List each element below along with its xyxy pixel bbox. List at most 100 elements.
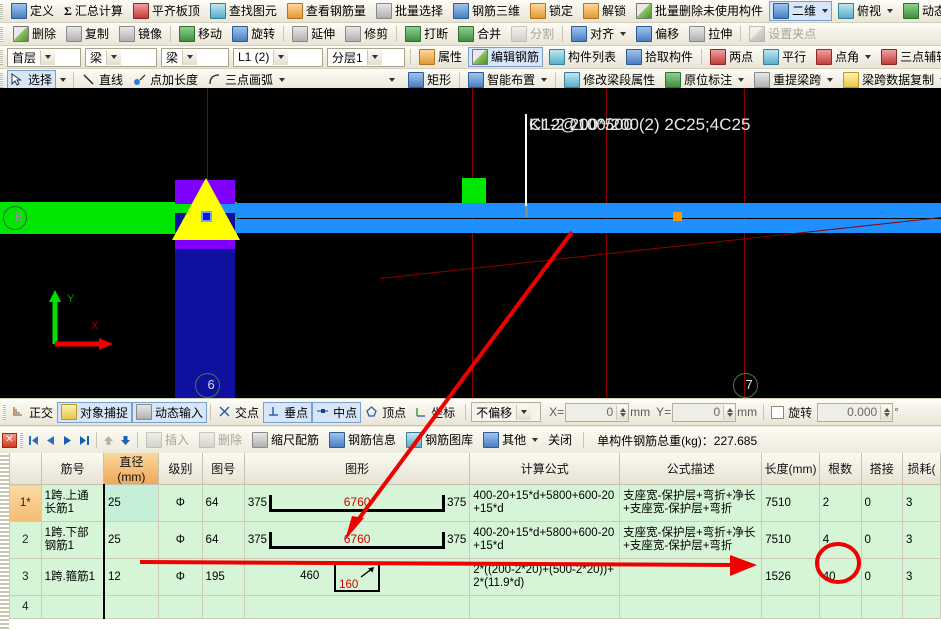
- toolbar-button-in-situ-annotation[interactable]: 原位标注: [661, 70, 748, 90]
- formula-cell[interactable]: [469, 595, 621, 619]
- status-button-coordinate[interactable]: 坐标: [410, 403, 459, 422]
- row-number-cell[interactable]: 3: [9, 558, 42, 596]
- toolbar-button-batch-select[interactable]: 批量选择: [372, 1, 447, 21]
- status-button-vertex[interactable]: 顶点: [361, 403, 410, 422]
- toolbar-button-find-element[interactable]: 查找图元: [206, 1, 281, 21]
- diameter-cell[interactable]: 12: [102, 558, 160, 596]
- toolbar-button-rectangle[interactable]: 矩形: [404, 70, 455, 90]
- toolbar-button-batch-delete-unused[interactable]: 批量删除未使用构件: [632, 1, 767, 21]
- chevron-down-icon[interactable]: [822, 9, 829, 13]
- description-cell[interactable]: 支座宽-保护层+弯折+净长+支座宽-保护层+弯折: [619, 521, 763, 559]
- rebar-name-cell[interactable]: 1跨.上通长筋1: [40, 484, 105, 522]
- status-button-object-snap[interactable]: 对象捕捉: [57, 401, 133, 423]
- column-header-figno[interactable]: 图号: [201, 453, 245, 485]
- chevron-down-icon[interactable]: [738, 78, 745, 82]
- toolbar-button-re-extract-span[interactable]: 重提梁跨: [750, 70, 837, 90]
- toolbar-button-2d-view[interactable]: 二维: [769, 1, 833, 21]
- beam-blue-main-lower[interactable]: [215, 219, 941, 233]
- toolbar-button-top-view[interactable]: 俯视: [834, 1, 897, 21]
- chevron-down-icon[interactable]: [279, 78, 286, 82]
- length-cell[interactable]: [761, 595, 820, 619]
- toolbar-button-merge[interactable]: 合并: [454, 24, 505, 44]
- nav-prev-record-button[interactable]: [42, 432, 59, 449]
- toolbar-button-move[interactable]: 移动: [175, 24, 226, 44]
- table-row[interactable]: 3 1跨.箍筋1 12 Φ 195 460 160 2*((200-2*20)+…: [9, 558, 941, 596]
- lap-cell[interactable]: 0: [860, 484, 904, 522]
- length-cell[interactable]: 7510: [761, 521, 820, 559]
- count-cell[interactable]: 2: [818, 484, 862, 522]
- figure-number-cell[interactable]: 64: [201, 521, 245, 559]
- diameter-cell[interactable]: 25: [102, 521, 160, 559]
- status-button-midpoint[interactable]: 中点: [312, 401, 362, 423]
- column-header-diameter[interactable]: 直径(mm): [103, 453, 160, 485]
- chevron-down-icon[interactable]: [620, 32, 627, 36]
- toolbar-button-component-list[interactable]: 构件列表: [545, 47, 620, 67]
- layer-selector[interactable]: 分层1: [327, 47, 405, 67]
- figure-number-cell[interactable]: 64: [201, 484, 245, 522]
- chevron-down-icon[interactable]: [827, 78, 834, 82]
- chevron-down-icon[interactable]: [532, 438, 539, 442]
- grade-cell[interactable]: Φ: [158, 521, 203, 559]
- toolbar-button-edit-beam-segment[interactable]: 修改梁段属性: [560, 70, 659, 90]
- toolbar-button-properties[interactable]: 属性: [415, 47, 466, 67]
- toolbar-button-break[interactable]: 打断: [401, 24, 452, 44]
- column-header-loss[interactable]: 损耗(: [902, 453, 941, 485]
- toolbar-button-lock[interactable]: 锁定: [526, 1, 577, 21]
- cad-drawing-canvas[interactable]: B 6 7 KL-2 200*500 C12@100/200(2) 2C25;4…: [0, 88, 941, 398]
- formula-cell[interactable]: 2*((200-2*20)+(500-2*20))+2*(11.9*d): [469, 558, 621, 596]
- grade-cell[interactable]: Φ: [158, 484, 203, 522]
- toolbar-button-parallel[interactable]: 平行: [759, 47, 810, 67]
- floor-selector[interactable]: 首层: [7, 47, 81, 67]
- toolbar-button-three-point-axis[interactable]: 三点辅轴: [877, 47, 941, 67]
- beam-blue-main[interactable]: [215, 203, 941, 218]
- close-panel-icon[interactable]: ✕: [2, 432, 17, 448]
- count-cell[interactable]: 4: [818, 521, 862, 559]
- column-header-count[interactable]: 根数: [818, 453, 862, 485]
- column-header-grade[interactable]: 级别: [158, 453, 203, 485]
- figure-number-cell[interactable]: 195: [201, 558, 245, 596]
- loss-cell[interactable]: [902, 595, 941, 619]
- rotate-checkbox[interactable]: [771, 405, 785, 419]
- toolbar-button-point-angle[interactable]: 点角: [812, 47, 875, 67]
- selection-grip[interactable]: [201, 211, 212, 222]
- formula-cell[interactable]: 400-20+15*d+5800+600-20+15*d: [469, 521, 621, 559]
- grid-button-rebar-info[interactable]: 钢筋信息: [325, 430, 400, 450]
- rebar-name-cell[interactable]: [40, 595, 105, 619]
- y-coordinate-input[interactable]: 0: [672, 402, 737, 422]
- shape-cell[interactable]: [243, 595, 471, 619]
- column-header-lap[interactable]: 搭接: [860, 453, 904, 485]
- nav-first-record-button[interactable]: [25, 432, 42, 449]
- lap-cell[interactable]: 0: [860, 558, 904, 596]
- category-selector[interactable]: 梁: [85, 47, 157, 67]
- x-spinner[interactable]: [616, 404, 629, 420]
- x-coordinate-input[interactable]: 0: [565, 402, 630, 422]
- column-header-name[interactable]: 筋号: [40, 453, 105, 485]
- toolbar-button-delete[interactable]: 删除: [9, 24, 60, 44]
- toolbar-button-orbit[interactable]: 动态观察: [899, 1, 941, 21]
- table-row[interactable]: 4: [9, 595, 941, 619]
- chevron-down-icon[interactable]: [887, 9, 894, 13]
- grid-button-scale-rebar[interactable]: 缩尺配筋: [248, 430, 323, 450]
- column-header-description[interactable]: 公式描述: [619, 453, 763, 485]
- column-header-rownum[interactable]: [9, 453, 42, 485]
- rotate-spinner[interactable]: [880, 404, 893, 420]
- chevron-down-icon[interactable]: [389, 78, 396, 82]
- loss-cell[interactable]: 3: [902, 558, 941, 596]
- grid-button-rebar-library[interactable]: 钢筋图库: [402, 430, 477, 450]
- lap-cell[interactable]: [860, 595, 904, 619]
- loss-cell[interactable]: 3: [902, 521, 941, 559]
- grade-cell[interactable]: Φ: [158, 558, 203, 596]
- move-up-button[interactable]: [100, 432, 117, 449]
- toolbar-button-smart-layout[interactable]: 智能布置: [464, 70, 551, 90]
- toolbar-gripper[interactable]: [0, 72, 3, 88]
- figure-number-cell[interactable]: [201, 595, 245, 619]
- toolbar-button-trim[interactable]: 修剪: [341, 24, 392, 44]
- length-cell[interactable]: 7510: [761, 484, 820, 522]
- count-cell[interactable]: [818, 595, 862, 619]
- toolbar-button-point-plus-length[interactable]: 点加长度: [129, 70, 202, 90]
- toolbar-button-edit-rebar[interactable]: 编辑钢筋: [468, 47, 544, 67]
- chevron-down-icon[interactable]: [366, 49, 382, 65]
- count-cell[interactable]: 40: [818, 558, 862, 596]
- status-button-dynamic-input[interactable]: 动态输入: [132, 401, 208, 423]
- column-header-formula[interactable]: 计算公式: [469, 453, 621, 485]
